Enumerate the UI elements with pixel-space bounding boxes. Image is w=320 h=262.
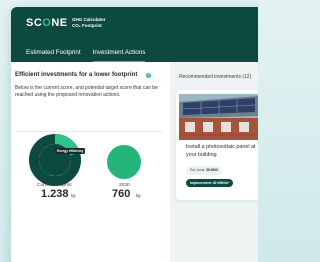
tab-bar: Estimated Footprint Investment Actions bbox=[26, 44, 146, 62]
window bbox=[239, 122, 249, 132]
improvement-badge: Improvement: 30 kWh/m² bbox=[186, 179, 234, 187]
donut-tooltip: Energy efficiency bbox=[55, 148, 86, 154]
donut-chart bbox=[29, 134, 81, 186]
current-footprint-value: 1.238 bbox=[41, 188, 69, 200]
section-divider bbox=[15, 131, 162, 132]
section-description: Below is the current score, and potentia… bbox=[15, 85, 158, 99]
current-footprint-unit: kg bbox=[71, 193, 76, 198]
recommendations-title: Recommended investments (12) bbox=[179, 74, 252, 80]
app-frame: SCONE GHG Calculator CO₂ Footprint Estim… bbox=[0, 0, 258, 262]
section-title: Efficient investments for a lower footpr… bbox=[15, 71, 138, 78]
solar-panel-image bbox=[179, 94, 258, 140]
scone-logo[interactable]: SCONE bbox=[26, 17, 68, 29]
cost-badge: Est. costs 35.000€ bbox=[186, 166, 223, 175]
tagline-line: CO₂ Footprint bbox=[72, 22, 102, 28]
tab-estimated-footprint[interactable]: Estimated Footprint bbox=[26, 44, 81, 62]
target-footprint-unit: kg bbox=[136, 193, 141, 198]
recommendation-text: Install a photovoltaic panel at your bui… bbox=[186, 144, 256, 158]
window bbox=[221, 122, 231, 132]
app-header: SCONE GHG Calculator CO₂ Footprint Estim… bbox=[11, 7, 258, 62]
target-footprint-value: 760 bbox=[112, 188, 131, 200]
cost-value: 35.000€ bbox=[206, 168, 219, 172]
target-footprint-circle bbox=[107, 145, 141, 179]
cost-label: Est. costs bbox=[190, 168, 205, 172]
info-icon[interactable]: i bbox=[146, 73, 151, 78]
app-tagline: GHG Calculator CO₂ Footprint bbox=[72, 17, 132, 28]
window bbox=[185, 122, 195, 132]
photovoltaic-illustration bbox=[179, 94, 258, 140]
logo-part: SC bbox=[26, 17, 43, 29]
logo-part: NE bbox=[51, 17, 68, 29]
window bbox=[203, 122, 213, 132]
current-footprint-donut bbox=[29, 134, 81, 186]
logo-part: O bbox=[42, 17, 52, 29]
tab-investment-actions[interactable]: Investment Actions bbox=[92, 44, 146, 62]
